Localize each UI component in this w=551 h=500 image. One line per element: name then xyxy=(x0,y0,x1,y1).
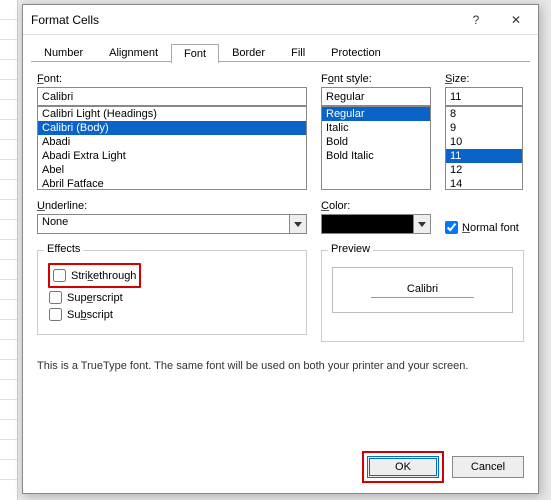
list-item[interactable]: Calibri (Body) xyxy=(38,121,306,135)
list-item[interactable]: Abel xyxy=(38,163,306,177)
font-input[interactable] xyxy=(37,87,307,106)
underline-value: None xyxy=(37,214,289,234)
size-listbox[interactable]: 8 9 10 11 12 14 xyxy=(445,106,523,190)
strikethrough-checkbox[interactable]: Strikethrough xyxy=(52,268,137,283)
fontstyle-label: Font style: xyxy=(321,73,431,85)
preview-box: Calibri xyxy=(332,267,513,313)
preview-title: Preview xyxy=(328,243,373,255)
normal-font-checkbox[interactable]: Normal font xyxy=(445,221,524,234)
close-button[interactable]: ✕ xyxy=(496,6,536,34)
size-input[interactable] xyxy=(445,87,523,106)
list-item[interactable]: 8 xyxy=(446,107,522,121)
superscript-checkbox[interactable]: Superscript xyxy=(48,290,296,305)
list-item[interactable]: 9 xyxy=(446,121,522,135)
dialog-title: Format Cells xyxy=(31,13,456,27)
normal-font-check[interactable] xyxy=(445,221,458,234)
fontstyle-input[interactable] xyxy=(321,87,431,106)
highlight-strikethrough: Strikethrough xyxy=(48,263,141,288)
tab-alignment[interactable]: Alignment xyxy=(96,43,171,62)
dialog-buttons: OK Cancel xyxy=(362,451,524,483)
tab-border[interactable]: Border xyxy=(219,43,278,62)
superscript-check[interactable] xyxy=(49,291,62,304)
list-item[interactable]: Abadi xyxy=(38,135,306,149)
list-item[interactable]: Abril Fatface xyxy=(38,177,306,190)
preview-group: Preview Calibri xyxy=(321,250,524,342)
list-item[interactable]: Bold xyxy=(322,135,430,149)
color-label: Color: xyxy=(321,200,431,212)
list-item[interactable]: Bold Italic xyxy=(322,149,430,163)
tab-number[interactable]: Number xyxy=(31,43,96,62)
chevron-down-icon[interactable] xyxy=(413,214,431,234)
list-item[interactable]: 10 xyxy=(446,135,522,149)
effects-group: Effects Strikethrough Superscript Subscr xyxy=(37,250,307,335)
highlight-ok: OK xyxy=(362,451,444,483)
chevron-down-icon[interactable] xyxy=(289,214,307,234)
tab-fill[interactable]: Fill xyxy=(278,43,318,62)
list-item[interactable]: Abadi Extra Light xyxy=(38,149,306,163)
underline-combo[interactable]: None xyxy=(37,214,307,234)
preview-sample: Calibri xyxy=(371,283,474,298)
tab-bar: Number Alignment Font Border Fill Protec… xyxy=(23,35,538,62)
fontstyle-listbox[interactable]: Regular Italic Bold Bold Italic xyxy=(321,106,431,190)
underline-label: Underline: xyxy=(37,200,307,212)
list-item[interactable]: 14 xyxy=(446,177,522,190)
list-item[interactable]: Calibri Light (Headings) xyxy=(38,107,306,121)
format-cells-dialog: Format Cells ? ✕ Number Alignment Font B… xyxy=(22,4,539,494)
color-swatch xyxy=(321,214,413,234)
strikethrough-check[interactable] xyxy=(53,269,66,282)
font-listbox[interactable]: Calibri Light (Headings) Calibri (Body) … xyxy=(37,106,307,190)
spreadsheet-row-headers xyxy=(0,0,18,500)
list-item[interactable]: Regular xyxy=(322,107,430,121)
font-label: Font: xyxy=(37,73,307,85)
titlebar: Format Cells ? ✕ xyxy=(23,5,538,35)
help-button[interactable]: ? xyxy=(456,6,496,34)
color-combo[interactable] xyxy=(321,214,431,234)
list-item[interactable]: 12 xyxy=(446,163,522,177)
tab-font[interactable]: Font xyxy=(171,44,219,63)
subscript-checkbox[interactable]: Subscript xyxy=(48,307,296,322)
size-label: Size: xyxy=(445,73,523,85)
list-item[interactable]: Italic xyxy=(322,121,430,135)
ok-button[interactable]: OK xyxy=(367,456,439,478)
effects-title: Effects xyxy=(44,243,83,255)
tab-protection[interactable]: Protection xyxy=(318,43,394,62)
subscript-check[interactable] xyxy=(49,308,62,321)
font-description: This is a TrueType font. The same font w… xyxy=(37,360,524,372)
cancel-button[interactable]: Cancel xyxy=(452,456,524,478)
list-item[interactable]: 11 xyxy=(446,149,522,163)
